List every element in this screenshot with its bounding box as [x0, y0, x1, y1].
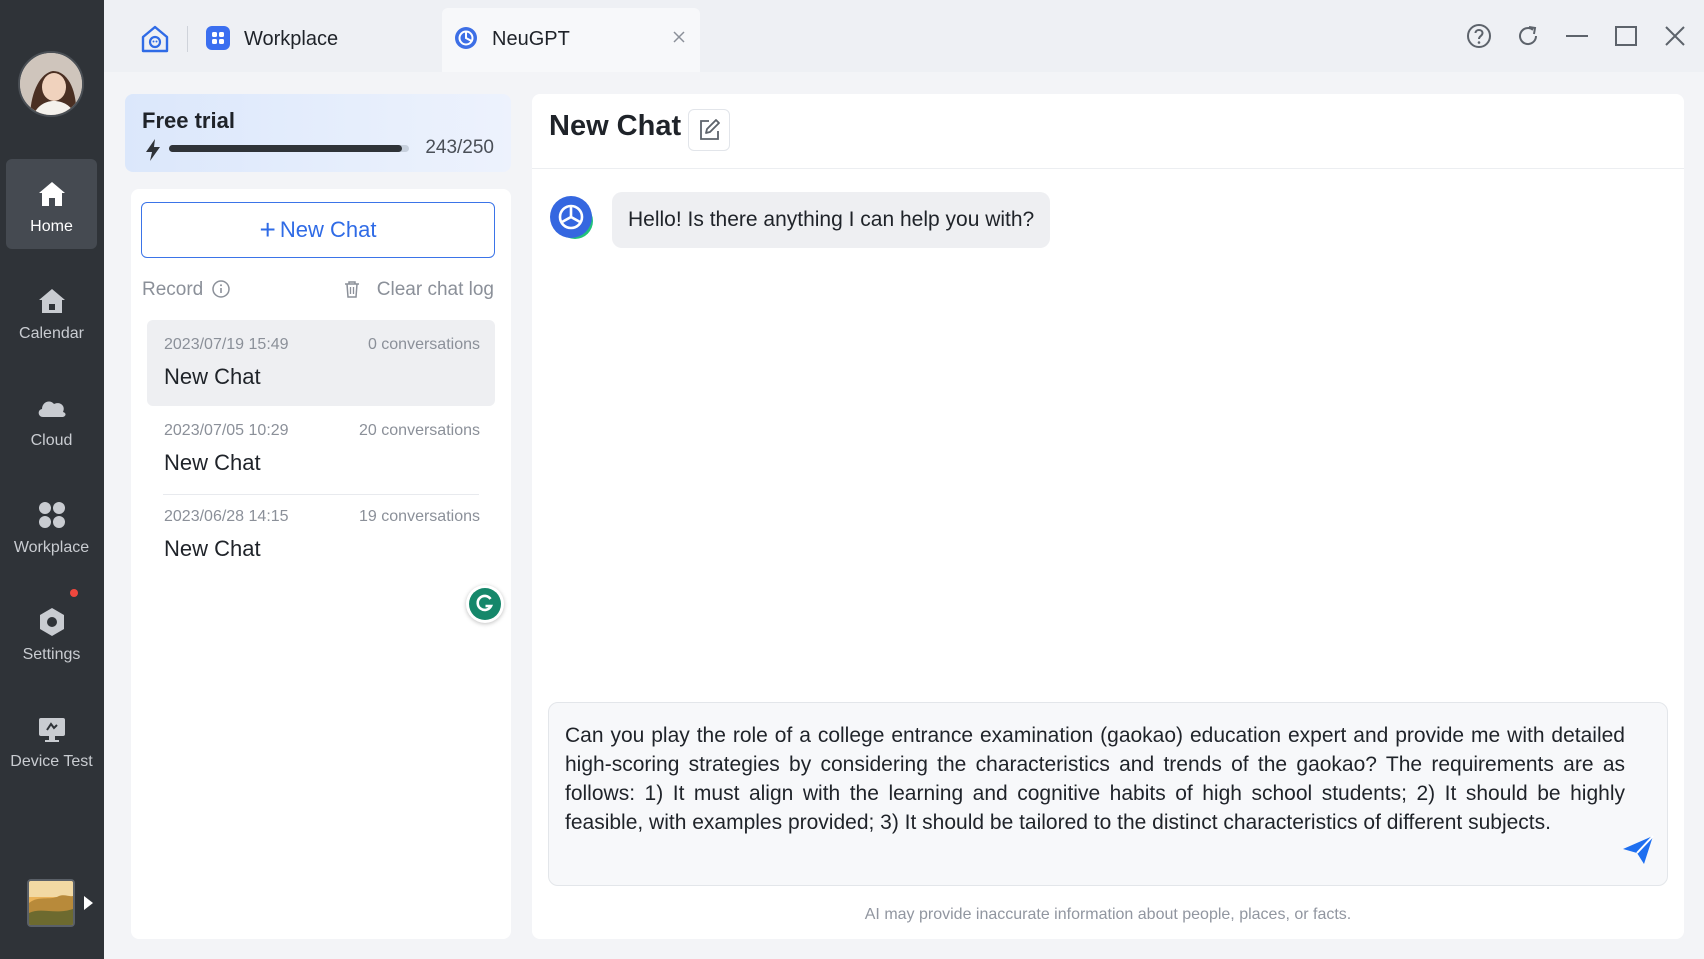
tab-neugpt[interactable]: NeuGPT	[442, 8, 700, 72]
new-chat-button[interactable]: + New Chat	[141, 202, 495, 258]
home-icon	[38, 182, 65, 206]
record-date: 2023/07/19 15:49	[164, 336, 289, 353]
send-icon[interactable]	[1621, 833, 1655, 867]
calendar-icon	[38, 289, 65, 313]
record-title: New Chat	[164, 450, 261, 475]
grid-icon	[38, 502, 65, 528]
rail-item-settings[interactable]: Settings	[6, 587, 97, 677]
grammarly-icon[interactable]	[466, 585, 504, 623]
workplace-app-icon	[206, 26, 230, 50]
trial-title: Free trial	[142, 108, 235, 133]
rail-item-calendar[interactable]: Calendar	[6, 266, 97, 356]
help-icon[interactable]	[1465, 22, 1493, 50]
rename-chat-button[interactable]	[688, 109, 730, 151]
trial-count: 243/250	[425, 137, 494, 158]
assistant-message: Hello! Is there anything I can help you …	[612, 192, 1051, 248]
plus-icon: +	[259, 214, 276, 245]
close-tab-icon[interactable]	[672, 30, 686, 44]
rail-label: Workplace	[13, 539, 90, 556]
chat-record-item[interactable]: 2023/07/19 15:49 0 conversations New Cha…	[147, 320, 495, 406]
rail-label: Settings	[22, 646, 81, 663]
neugpt-logo-icon	[455, 27, 477, 49]
record-conversation-count: 0 conversations	[367, 336, 480, 353]
lightning-icon	[146, 139, 160, 161]
new-chat-label: New Chat	[279, 217, 377, 242]
free-trial-card: Free trial 243/250	[125, 94, 511, 172]
rail-label: Home	[30, 218, 73, 235]
record-title: New Chat	[164, 536, 261, 561]
rail-item-workplace[interactable]: Workplace	[6, 480, 97, 570]
cloud-icon	[38, 401, 66, 417]
app-rail: Home Calendar Cloud Workplace Settings D…	[0, 0, 104, 959]
record-conversation-count: 20 conversations	[359, 422, 480, 439]
minimize-icon[interactable]	[1563, 22, 1591, 50]
tab-label: NeuGPT	[492, 28, 570, 50]
trial-progress-bar	[169, 145, 409, 152]
rail-item-cloud[interactable]: Cloud	[6, 373, 97, 463]
record-label: Record	[142, 279, 204, 300]
rail-item-device-test[interactable]: Device Test	[6, 694, 97, 784]
edit-icon	[700, 119, 720, 140]
assistant-avatar-icon	[550, 196, 593, 239]
message-input[interactable]: Can you play the role of a college entra…	[548, 702, 1668, 886]
record-date: 2023/07/05 10:29	[164, 422, 289, 439]
chat-area: New Chat Hello! Is there anything I can …	[532, 94, 1684, 939]
maximize-icon[interactable]	[1612, 22, 1640, 50]
record-date: 2023/06/28 14:15	[164, 508, 289, 525]
message-input-text[interactable]: Can you play the role of a college entra…	[565, 721, 1625, 837]
rail-label: Cloud	[30, 432, 73, 449]
chat-history-panel: + New Chat Record Clear chat log 2023/07/…	[131, 189, 511, 939]
chat-record-item[interactable]: 2023/07/05 10:29 20 conversations New Ch…	[147, 406, 495, 492]
rail-label: Device Test	[10, 753, 93, 770]
close-window-icon[interactable]	[1661, 22, 1689, 50]
header-divider	[532, 168, 1684, 169]
rail-label: Calendar	[19, 325, 84, 342]
wallpaper-thumbnail[interactable]	[27, 879, 75, 927]
tab-label: Workplace	[244, 28, 339, 50]
chat-title: New Chat	[549, 110, 682, 142]
record-title: New Chat	[164, 364, 261, 389]
record-conversation-count: 19 conversations	[359, 508, 480, 525]
ai-disclaimer: AI may provide inaccurate information ab…	[864, 906, 1352, 923]
settings-icon	[39, 608, 64, 636]
notification-dot	[70, 589, 78, 597]
trash-icon[interactable]	[342, 279, 362, 299]
home-tab-icon[interactable]	[139, 23, 171, 55]
refresh-icon[interactable]	[1514, 22, 1542, 50]
clear-chat-log-button[interactable]: Clear chat log	[377, 279, 494, 301]
tab-separator	[187, 26, 188, 52]
user-avatar[interactable]	[18, 51, 84, 117]
expand-arrow-icon[interactable]	[84, 896, 93, 910]
tab-bar: Workplace NeuGPT	[104, 0, 1704, 72]
monitor-icon	[38, 718, 65, 742]
info-icon[interactable]	[211, 279, 231, 299]
rail-item-home[interactable]: Home	[6, 159, 97, 249]
trial-progress-fill	[169, 145, 403, 152]
chat-record-item[interactable]: 2023/06/28 14:15 19 conversations New Ch…	[147, 492, 495, 578]
